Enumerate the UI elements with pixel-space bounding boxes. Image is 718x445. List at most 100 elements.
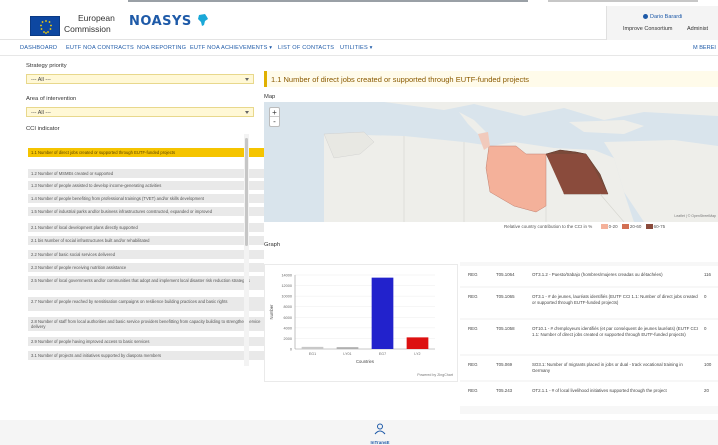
legend-swatch-1 xyxy=(621,224,629,229)
list-item[interactable]: 2.5 Number of local governments and/or c… xyxy=(28,276,264,290)
nav-achievements[interactable]: EUTF NOA ACHIEVEMENTS ▾ xyxy=(190,45,272,51)
legend-swatch-0 xyxy=(600,224,608,229)
y-tick-label: 6000 xyxy=(284,316,292,320)
results-table: REG T05.1064 OT3.1.2 - Puesto/trabajo (h… xyxy=(460,262,718,414)
strategy-select[interactable]: --- All --- xyxy=(26,74,254,84)
list-item[interactable]: 3.1 Number of projects and initiatives s… xyxy=(28,351,264,360)
footer-logo-text: InTransE xyxy=(370,440,390,445)
nav-utilities[interactable]: UTILITIES ▾ xyxy=(340,45,373,51)
y-tick-label: 8000 xyxy=(284,305,292,309)
list-item[interactable]: 1.3 Number of people assisted to develop… xyxy=(28,181,264,190)
top-divider-right xyxy=(548,0,698,2)
eu-commission-label: European Commission xyxy=(64,13,115,35)
list-scrollbar-thumb[interactable] xyxy=(245,138,248,246)
row-value: 0 xyxy=(704,294,707,299)
nav-right-label[interactable]: M BEREI xyxy=(693,45,716,51)
list-item[interactable]: 1.5 Number of industrial parks and/or bu… xyxy=(28,207,264,216)
table-row: REG T05.069 SO3.1: Number of migrants pl… xyxy=(460,356,718,380)
list-item[interactable]: 1.2 Number of MSMEs created or supported xyxy=(28,169,264,178)
zoom-out-button[interactable]: - xyxy=(270,117,279,126)
row-code: REG xyxy=(468,326,478,331)
strategy-value: --- All --- xyxy=(31,77,51,83)
legend-title: Relative country contribution to the CCI… xyxy=(504,224,593,229)
row-description: OT3.1.2 - Puesto/trabajo (hombres/mujere… xyxy=(532,272,663,277)
chevron-down-icon xyxy=(245,111,249,114)
intervention-value: --- All --- xyxy=(31,110,51,116)
bar-chart: 0 2000 4000 6000 8000 10000 12000 14000 EG1 LY01 E… xyxy=(264,264,458,382)
admin-link[interactable]: Administ xyxy=(687,26,708,32)
footer-logo[interactable]: InTransE xyxy=(360,422,400,445)
row-id[interactable]: T05.1064 xyxy=(496,272,515,278)
row-id[interactable]: T05.069 xyxy=(496,362,512,368)
powered-by[interactable]: Powered by ZingChart xyxy=(417,373,453,377)
improve-link[interactable]: Improve Consortium xyxy=(623,26,673,32)
row-description: OT2.1.1 - # of local livelihood initiati… xyxy=(532,388,667,393)
row-value: 116 xyxy=(704,272,711,277)
nav-contacts[interactable]: LIST OF CONTACTS xyxy=(278,45,334,51)
list-item[interactable]: 2.1 bis Number of social infrastructures… xyxy=(28,236,264,245)
user-icon xyxy=(643,14,648,19)
header-bar: European Commission NOASYS Dario Barardi… xyxy=(0,0,718,40)
list-item[interactable]: 2.2 Number of basic social services deli… xyxy=(28,250,264,259)
bar xyxy=(336,347,359,349)
y-axis-label: Number xyxy=(269,304,274,319)
legend-label-2: 60-75 xyxy=(653,224,666,229)
europe-landmass xyxy=(384,102,718,120)
x-tick-label: EG1 xyxy=(309,352,316,356)
zoom-in-button[interactable]: + xyxy=(270,108,279,117)
intervention-select[interactable]: --- All --- xyxy=(26,107,254,117)
user-name-link[interactable]: Dario Barardi xyxy=(643,14,682,20)
map-legend: Relative country contribution to the CCI… xyxy=(504,224,665,232)
strategy-label: Strategy priority xyxy=(26,63,67,69)
choropleth-map[interactable]: + - Leaflet | © OpenStreetMap xyxy=(264,102,718,222)
x-tick-label: LY2 xyxy=(414,352,420,356)
nav-contracts[interactable]: EUTF NOA CONTRACTS xyxy=(66,45,134,51)
map-label: Map xyxy=(264,94,276,100)
cci-label: CCI indicator xyxy=(26,126,60,132)
x-tick-label: EG7 xyxy=(379,352,386,356)
table-row: REG T05.1058 OT10.1 - # d'employeurs ide… xyxy=(460,320,718,354)
row-value: 100 xyxy=(704,362,712,367)
cci-indicator-list[interactable]: 1.1 Number of direct jobs created or sup… xyxy=(28,148,264,424)
row-id[interactable]: T05.1058 xyxy=(496,326,515,332)
eu-line2: Commission xyxy=(64,24,111,34)
row-id[interactable]: T05.1065 xyxy=(496,294,515,300)
x-tick-label: LY01 xyxy=(343,352,351,356)
legend-label-1: 20-60 xyxy=(629,224,642,229)
table-row: REG T05.1064 OT3.1.2 - Puesto/trabajo (h… xyxy=(460,266,718,286)
y-tick-label: 0 xyxy=(290,348,292,352)
table-row: REG T05.1065 OT3.1 - # de jeunes, lauréa… xyxy=(460,288,718,318)
list-item[interactable]: 2.3 Number of people receiving nutrition… xyxy=(28,263,264,272)
user-panel: Dario Barardi Improve Consortium Adminis… xyxy=(606,6,718,40)
bar xyxy=(301,346,324,349)
app-logo[interactable]: NOASYS xyxy=(129,13,209,29)
nav-dashboard[interactable]: DASHBOARD xyxy=(20,45,57,51)
zoom-control[interactable]: + - xyxy=(269,107,280,127)
row-value: 0 xyxy=(704,326,707,331)
row-description: OT3.1 - # de jeunes, lauréats identifiés… xyxy=(532,294,698,305)
graph-label: Graph xyxy=(264,242,281,248)
map-attribution[interactable]: Leaflet | © OpenStreetMap xyxy=(674,214,716,218)
cci-item-selected[interactable]: 1.1 Number of direct jobs created or sup… xyxy=(28,148,264,157)
table-row: REG T05.243 OT2.1.1 - # of local livelih… xyxy=(460,382,718,406)
italy-landmass xyxy=(459,112,486,134)
chevron-down-icon xyxy=(245,78,249,81)
y-tick-label: 14000 xyxy=(281,274,292,278)
list-item[interactable]: 2.1 Number of local development plans di… xyxy=(28,223,264,232)
row-code: REG xyxy=(468,294,478,299)
list-item[interactable]: 2.9 Number of people having improved acc… xyxy=(28,337,264,346)
eu-flag-icon[interactable] xyxy=(30,16,60,36)
y-tick-label: 2000 xyxy=(284,337,292,341)
list-item[interactable]: 2.8 Number of staff from local authoriti… xyxy=(28,317,264,331)
eu-line1: European xyxy=(78,13,115,23)
row-description: SO3.1: Number of migrants placed in jobs… xyxy=(532,362,683,373)
indicator-title: 1.1 Number of direct jobs created or sup… xyxy=(264,71,718,87)
main-nav: DASHBOARD EUTF NOA CONTRACTS NOA REPORTI… xyxy=(0,42,718,56)
nav-reporting[interactable]: NOA REPORTING xyxy=(137,45,186,51)
x-axis-label: Countries xyxy=(356,359,374,364)
list-item[interactable]: 2.7 Number of people reached by sensitis… xyxy=(28,297,264,311)
row-code: REG xyxy=(468,272,478,277)
row-id[interactable]: T05.243 xyxy=(496,388,512,394)
legend-label-0: 0-20 xyxy=(608,224,618,229)
list-item[interactable]: 1.4 Number of people benefiting from pro… xyxy=(28,194,264,203)
